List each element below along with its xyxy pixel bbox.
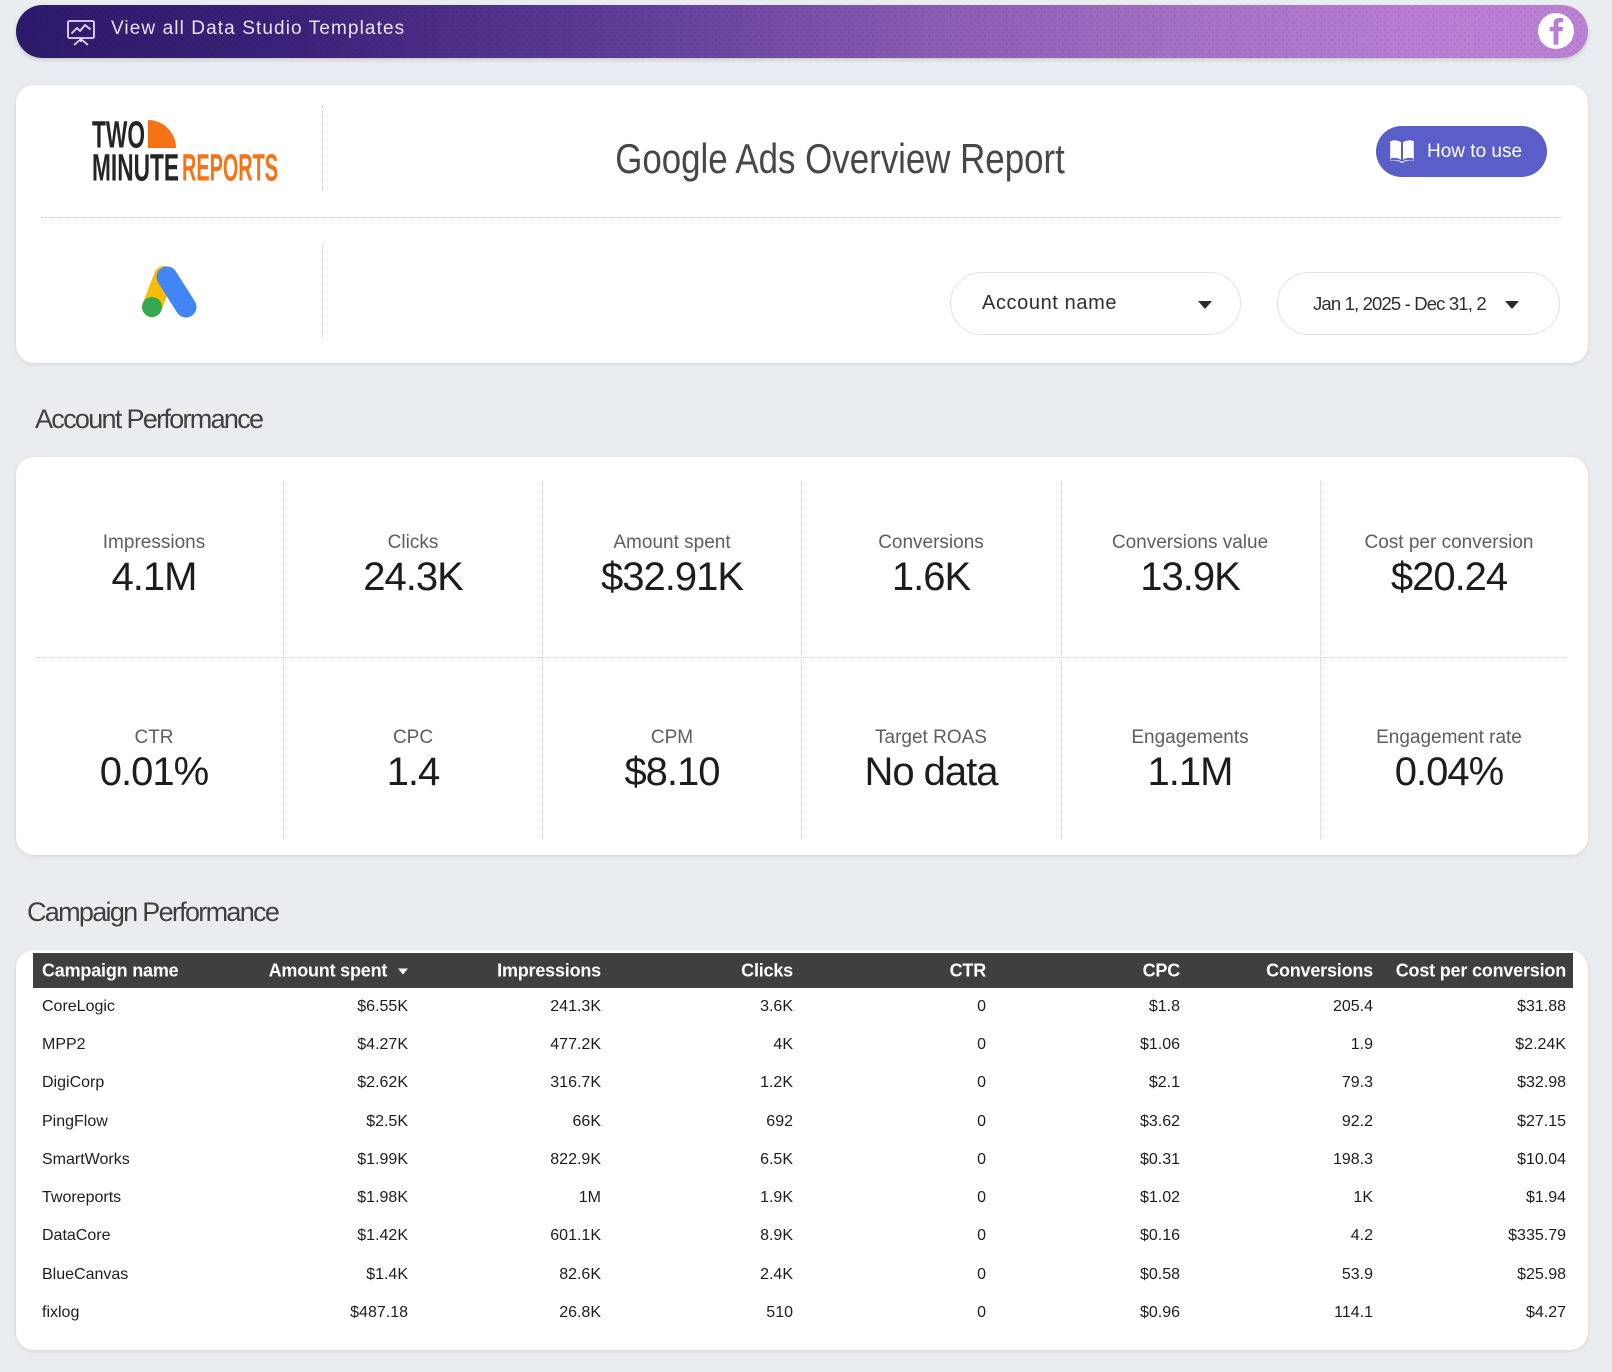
- svg-text:MINUTE: MINUTE: [92, 148, 179, 187]
- svg-text:REPORTS: REPORTS: [182, 148, 278, 187]
